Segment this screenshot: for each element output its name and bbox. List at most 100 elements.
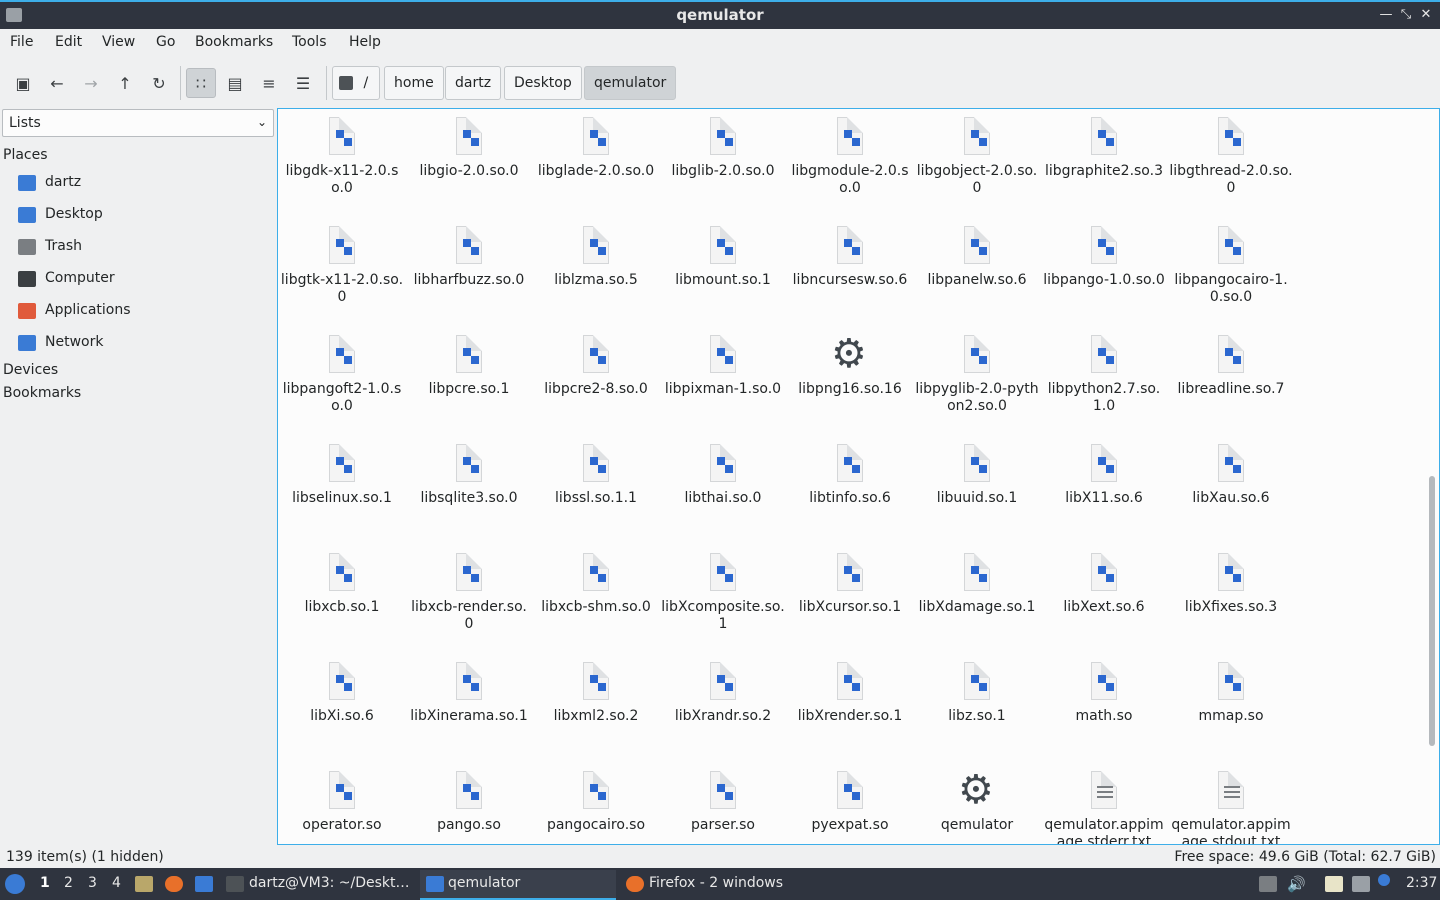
file-item[interactable]: libXcursor.so.1 [788, 553, 912, 616]
file-item[interactable]: libxcb-shm.so.0 [534, 553, 658, 616]
maximize-icon[interactable]: ⤡ [1398, 7, 1414, 23]
file-item[interactable]: libglade-2.0.so.0 [534, 117, 658, 180]
file-item[interactable]: libpanelw.so.6 [915, 226, 1039, 289]
file-item[interactable]: liblzma.so.5 [534, 226, 658, 289]
file-item[interactable]: libncursesw.so.6 [788, 226, 912, 289]
file-item[interactable]: libpyglib-2.0-python2.so.0 [915, 335, 1039, 415]
back-icon[interactable]: ← [42, 68, 72, 98]
bookmarks-heading[interactable]: Bookmarks [3, 385, 81, 401]
file-item[interactable]: qemulator.appimage.stderr.txt [1042, 771, 1166, 844]
file-item[interactable]: libmount.so.1 [661, 226, 785, 289]
file-item[interactable]: libxml2.so.2 [534, 662, 658, 725]
file-item[interactable]: math.so [1042, 662, 1166, 725]
file-item[interactable]: libthai.so.0 [661, 444, 785, 507]
workspace-4[interactable]: 4 [112, 875, 121, 891]
file-item[interactable]: qemulator.appimage.stdout.txt [1169, 771, 1293, 844]
file-item[interactable]: ⚙ qemulator [915, 770, 1039, 834]
path-crumb-home[interactable]: home [384, 66, 444, 100]
file-item[interactable]: pangocairo.so [534, 771, 658, 834]
taskbar-window-qemulator[interactable]: qemulator [420, 870, 616, 900]
menu-bookmarks[interactable]: Bookmarks [195, 34, 273, 50]
workspace-3[interactable]: 3 [88, 875, 97, 891]
file-item[interactable]: parser.so [661, 771, 785, 834]
file-item[interactable]: libXfixes.so.3 [1169, 553, 1293, 616]
sidebar-item-desktop[interactable]: Desktop [16, 203, 266, 229]
file-item[interactable]: libxcb.so.1 [280, 553, 404, 616]
file-item[interactable]: libtinfo.so.6 [788, 444, 912, 507]
new-tab-icon[interactable]: ▣ [8, 68, 38, 98]
sidebar-item-network[interactable]: Network [16, 331, 266, 357]
file-item[interactable]: libharfbuzz.so.0 [407, 226, 531, 289]
file-item[interactable]: libxcb-render.so.0 [407, 553, 531, 633]
sidebar-item-trash[interactable]: Trash [16, 235, 266, 261]
file-item[interactable]: libgio-2.0.so.0 [407, 117, 531, 180]
file-item[interactable]: libpangocairo-1.0.so.0 [1169, 226, 1293, 306]
file-item[interactable]: libpixman-1.so.0 [661, 335, 785, 398]
file-item[interactable]: libXdamage.so.1 [915, 553, 1039, 616]
file-item[interactable]: libreadline.so.7 [1169, 335, 1293, 398]
minimize-icon[interactable]: — [1378, 7, 1394, 23]
file-item[interactable]: ⚙ libpng16.so.16 [788, 334, 912, 398]
reload-icon[interactable]: ↻ [144, 68, 174, 98]
firefox-launcher-icon[interactable] [165, 876, 183, 892]
devices-heading[interactable]: Devices [3, 362, 58, 378]
file-item[interactable]: libX11.so.6 [1042, 444, 1166, 507]
file-item[interactable]: libglib-2.0.so.0 [661, 117, 785, 180]
file-view[interactable]: libgdk-x11-2.0.so.0 libgio-2.0.so.0 libgla… [277, 108, 1440, 845]
file-item[interactable]: libssl.so.1.1 [534, 444, 658, 507]
file-item[interactable]: libXcomposite.so.1 [661, 553, 785, 633]
file-item[interactable]: libgdk-x11-2.0.so.0 [280, 117, 404, 197]
file-item[interactable]: libz.so.1 [915, 662, 1039, 725]
file-item[interactable]: libgtk-x11-2.0.so.0 [280, 226, 404, 306]
vertical-scrollbar[interactable] [1429, 476, 1435, 746]
file-item[interactable]: pango.so [407, 771, 531, 834]
forward-icon[interactable]: → [76, 68, 106, 98]
clipboard-icon[interactable] [1325, 876, 1343, 892]
file-item[interactable]: libgraphite2.so.3 [1042, 117, 1166, 180]
file-item[interactable]: libgobject-2.0.so.0 [915, 117, 1039, 197]
notification-icon[interactable] [1378, 874, 1390, 886]
path-crumb-desktop[interactable]: Desktop [504, 66, 582, 100]
volume-icon[interactable]: 🔊 [1287, 876, 1306, 892]
file-item[interactable]: mmap.so [1169, 662, 1293, 725]
file-item[interactable]: libselinux.so.1 [280, 444, 404, 507]
file-item[interactable]: libXrender.so.1 [788, 662, 912, 725]
sidebar-item-applications[interactable]: Applications [16, 299, 266, 325]
icon-view-icon[interactable]: ∷ [186, 68, 216, 98]
file-item[interactable]: libuuid.so.1 [915, 444, 1039, 507]
side-pane-mode-select[interactable]: Lists ⌄ [2, 109, 274, 137]
compact-view-icon[interactable]: ≡ [254, 68, 284, 98]
clock[interactable]: 2:37 [1406, 875, 1437, 891]
file-item[interactable]: libgthread-2.0.so.0 [1169, 117, 1293, 197]
taskbar-window-firefox[interactable]: Firefox - 2 windows [622, 870, 822, 898]
detailed-list-view-icon[interactable]: ☰ [288, 68, 318, 98]
menu-view[interactable]: View [102, 34, 135, 50]
file-item[interactable]: libXinerama.so.1 [407, 662, 531, 725]
sidebar-item-computer[interactable]: Computer [16, 267, 266, 293]
file-item[interactable]: libsqlite3.so.0 [407, 444, 531, 507]
sidebar-item-dartz[interactable]: dartz [16, 171, 266, 197]
path-crumb-dartz[interactable]: dartz [445, 66, 502, 100]
file-item[interactable]: libXext.so.6 [1042, 553, 1166, 616]
file-item[interactable]: libXau.so.6 [1169, 444, 1293, 507]
menu-go[interactable]: Go [156, 34, 175, 50]
places-heading[interactable]: Places [3, 147, 48, 163]
file-item[interactable]: libgmodule-2.0.so.0 [788, 117, 912, 197]
path-crumb-qemulator[interactable]: qemulator [584, 66, 676, 100]
file-item[interactable]: libpcre2-8.so.0 [534, 335, 658, 398]
start-menu-icon[interactable] [5, 874, 25, 894]
file-item[interactable]: libpython2.7.so.1.0 [1042, 335, 1166, 415]
workspace-2[interactable]: 2 [64, 875, 73, 891]
up-icon[interactable]: ↑ [110, 68, 140, 98]
desktop-launcher-icon[interactable] [195, 876, 213, 892]
menu-tools[interactable]: Tools [292, 34, 327, 50]
file-item[interactable]: libpango-1.0.so.0 [1042, 226, 1166, 289]
thumbnail-view-icon[interactable]: ▤ [220, 68, 250, 98]
file-manager-launcher-icon[interactable] [135, 876, 153, 892]
file-item[interactable]: libpcre.so.1 [407, 335, 531, 398]
taskbar-window-terminal[interactable]: dartz@VM3: ~/Deskt… [222, 870, 412, 898]
eject-tray-icon[interactable] [1259, 876, 1277, 892]
file-item[interactable]: libpangoft2-1.0.so.0 [280, 335, 404, 415]
path-root-button[interactable]: / [332, 66, 380, 100]
close-icon[interactable]: ✕ [1418, 7, 1434, 23]
